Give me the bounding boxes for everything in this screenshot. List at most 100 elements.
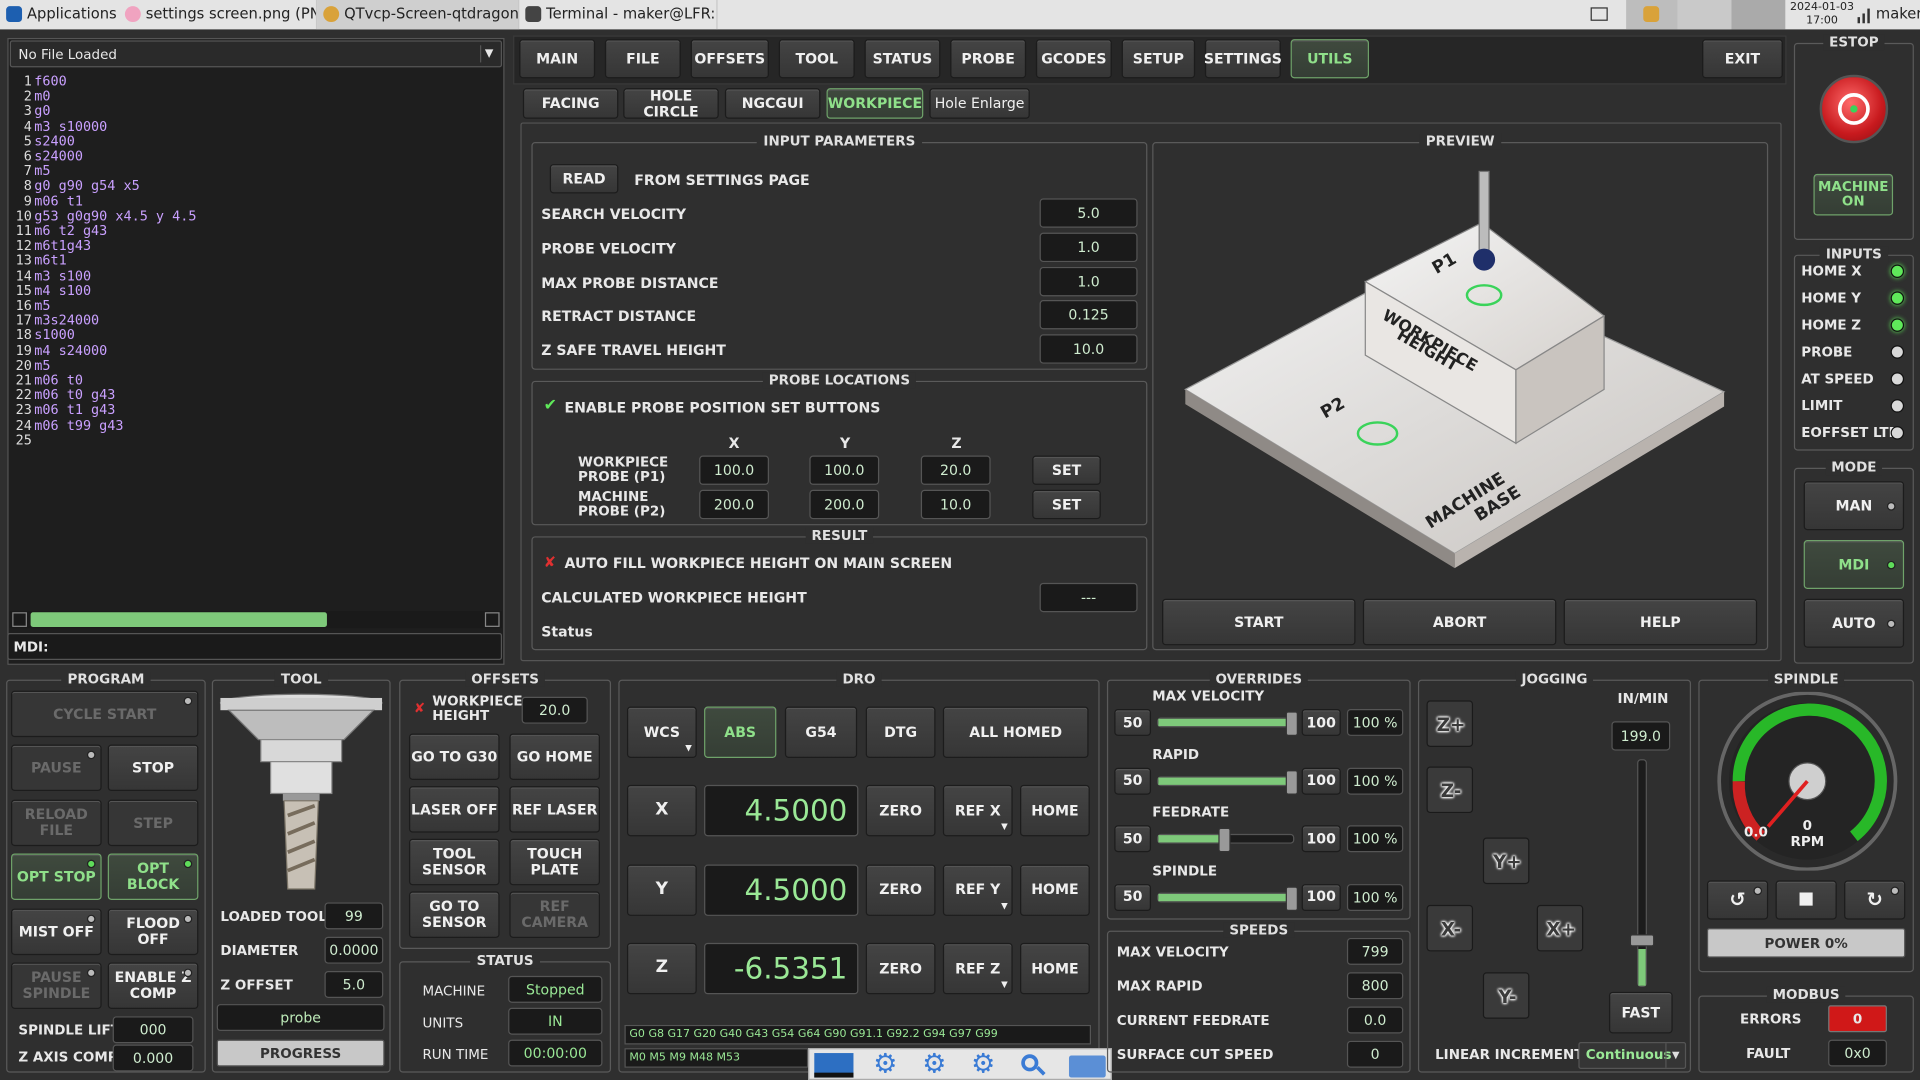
home-z-button[interactable]: HOME <box>1020 942 1090 995</box>
gcode-line[interactable]: 9 m06 t1 <box>10 193 500 209</box>
wcs-button[interactable]: WCS ▼ <box>626 706 697 758</box>
gcode-line[interactable]: 25 <box>10 432 500 448</box>
start-button[interactable]: START <box>1162 598 1356 646</box>
enable-z-comp-button[interactable]: ENABLE Z COMP <box>107 962 199 1009</box>
spindle-forward-button[interactable]: ↻ <box>1844 880 1906 920</box>
subtab-hole-enlarge[interactable]: Hole Enlarge <box>929 88 1030 119</box>
tab-setup[interactable]: SETUP <box>1121 39 1196 79</box>
tab-main[interactable]: MAIN <box>519 39 596 79</box>
applications-menu[interactable]: Applications <box>0 0 118 29</box>
gcode-line[interactable]: 2 m0 <box>10 88 500 104</box>
taskbar-window-1[interactable]: settings screen.png (PN... <box>119 0 318 30</box>
taskbar-window-3[interactable]: Terminal - maker@LFR: ... <box>519 0 718 30</box>
horizontal-scrollbar[interactable] <box>9 611 503 629</box>
gcode-line[interactable]: 12 m6t1g43 <box>10 238 500 254</box>
pause-button[interactable]: PAUSE <box>11 744 102 792</box>
subtab-workpiece[interactable]: WORKPIECE <box>826 88 924 119</box>
machine-on-button[interactable]: MACHINE ON <box>1813 173 1894 216</box>
scroll-right-icon[interactable] <box>484 612 500 627</box>
gcode-line[interactable]: 22 m06 t0 g43 <box>10 387 500 403</box>
override-max-button[interactable]: 100 <box>1301 883 1341 911</box>
gcode-line[interactable]: 18 s1000 <box>10 327 500 343</box>
user-name[interactable]: maker <box>1876 5 1920 22</box>
input-param-field[interactable]: 5.0 <box>1039 198 1138 228</box>
jog-yplus-button[interactable]: Y+ <box>1480 835 1531 886</box>
input-param-field[interactable]: 1.0 <box>1039 232 1138 262</box>
tab-status[interactable]: STATUS <box>864 39 941 79</box>
stop-button[interactable]: STOP <box>107 744 199 792</box>
clock[interactable]: 2024-01-03 17:00 <box>1788 1 1857 28</box>
opt-block-button[interactable]: OPT BLOCK <box>107 853 199 901</box>
folder-icon[interactable] <box>1068 1055 1106 1078</box>
jog-zplus-button[interactable]: Z+ <box>1424 698 1475 749</box>
gcode-editor[interactable]: 1 f600 2 m0 3 g0 4 m3 s10000 5 s2400 6 s24000 7 m5 8 g0… <box>10 73 500 447</box>
home-x-button[interactable]: HOME <box>1020 784 1090 837</box>
override-max-button[interactable]: 100 <box>1301 708 1341 736</box>
jog-slider-handle[interactable] <box>1629 934 1655 947</box>
gear-icon[interactable]: ⚙ <box>868 1050 902 1080</box>
exit-button[interactable]: EXIT <box>1702 39 1783 79</box>
abs-button[interactable]: ABS <box>704 706 777 758</box>
override-min-button[interactable]: 50 <box>1114 767 1152 795</box>
input-param-field[interactable]: 0.125 <box>1039 300 1138 330</box>
home-y-button[interactable]: HOME <box>1020 863 1090 916</box>
set-p2-button[interactable]: SET <box>1032 489 1101 520</box>
opt-stop-button[interactable]: OPT STOP <box>11 853 102 901</box>
step-button[interactable]: STEP <box>107 799 199 847</box>
p1-x-field[interactable]: 100.0 <box>699 455 769 485</box>
subtab-hole-circle[interactable]: HOLE CIRCLE <box>623 88 719 119</box>
taskbar-window-2[interactable]: QTvcp-Screen-qtdragon... <box>317 0 520 30</box>
jog-xplus-button[interactable]: X+ <box>1534 902 1585 953</box>
gcode-line[interactable]: 4 m3 s10000 <box>10 118 500 134</box>
gcode-line[interactable]: 6 s24000 <box>10 148 500 164</box>
laser-off-button[interactable]: LASER OFF <box>408 786 500 833</box>
checkbox-workpiece-height[interactable]: ✘ <box>414 700 425 716</box>
gcode-line[interactable]: 7 m5 <box>10 163 500 179</box>
mode-mdi-button[interactable]: MDI <box>1803 540 1905 589</box>
override-max-button[interactable]: 100 <box>1301 767 1341 795</box>
gcode-line[interactable]: 17 m3s24000 <box>10 312 500 328</box>
input-param-field[interactable]: 10.0 <box>1039 334 1138 364</box>
p2-y-field[interactable]: 200.0 <box>809 489 880 520</box>
tab-file[interactable]: FILE <box>604 39 681 79</box>
reload-file-button[interactable]: RELOAD FILE <box>11 799 102 847</box>
gcode-line[interactable]: 8 g0 g90 g54 x5 <box>10 178 500 194</box>
checkbox-enable-probe[interactable]: ✔ <box>544 397 557 415</box>
mode-man-button[interactable]: MAN <box>1803 481 1905 531</box>
jog-rate-slider[interactable] <box>1629 759 1655 987</box>
override-slider[interactable] <box>1157 769 1298 795</box>
chevron-down-icon[interactable]: ▼ <box>480 45 497 63</box>
gear-icon-2[interactable]: ⚙ <box>917 1050 951 1080</box>
search-icon[interactable] <box>1018 1053 1050 1077</box>
help-button[interactable]: HELP <box>1563 598 1758 646</box>
gcode-line[interactable]: 20 m5 <box>10 357 500 373</box>
spindle-stop-button[interactable]: ■ <box>1775 880 1837 920</box>
override-min-button[interactable]: 50 <box>1114 708 1152 736</box>
fast-button[interactable]: FAST <box>1608 991 1673 1034</box>
g54-button[interactable]: G54 <box>784 706 858 758</box>
estop-button[interactable] <box>1819 74 1889 144</box>
input-param-field[interactable]: 1.0 <box>1039 266 1138 296</box>
axis-z-button[interactable]: Z <box>626 942 697 995</box>
jog-zminus-button[interactable]: Z- <box>1424 764 1475 815</box>
override-slider[interactable] <box>1157 885 1298 911</box>
p2-z-field[interactable]: 10.0 <box>920 489 991 520</box>
tab-utils[interactable]: UTILS <box>1290 39 1369 79</box>
gcode-line[interactable]: 3 g0 <box>10 103 500 119</box>
mist-button[interactable]: MIST OFF <box>11 908 102 956</box>
tool-sensor-button[interactable]: TOOL SENSOR <box>408 838 500 886</box>
override-slider-handle[interactable] <box>1285 711 1298 736</box>
axis-y-button[interactable]: Y <box>626 863 697 916</box>
workpiece-height-field[interactable]: 20.0 <box>521 696 588 724</box>
mode-auto-button[interactable]: AUTO <box>1803 598 1905 648</box>
network-icon[interactable] <box>1856 5 1873 25</box>
gcode-line[interactable]: 5 s2400 <box>10 133 500 149</box>
override-slider-handle[interactable] <box>1218 827 1231 853</box>
jog-yminus-button[interactable]: Y- <box>1480 970 1531 1021</box>
p1-y-field[interactable]: 100.0 <box>809 455 880 485</box>
spindle-lift-field[interactable]: 000 <box>112 1016 194 1044</box>
override-max-button[interactable]: 100 <box>1301 825 1341 853</box>
ref-y-button[interactable]: REF Y ▼ <box>942 863 1013 916</box>
checkbox-autofill[interactable]: ✘ <box>544 553 556 570</box>
gcode-line[interactable]: 13 m6t1 <box>10 253 500 269</box>
